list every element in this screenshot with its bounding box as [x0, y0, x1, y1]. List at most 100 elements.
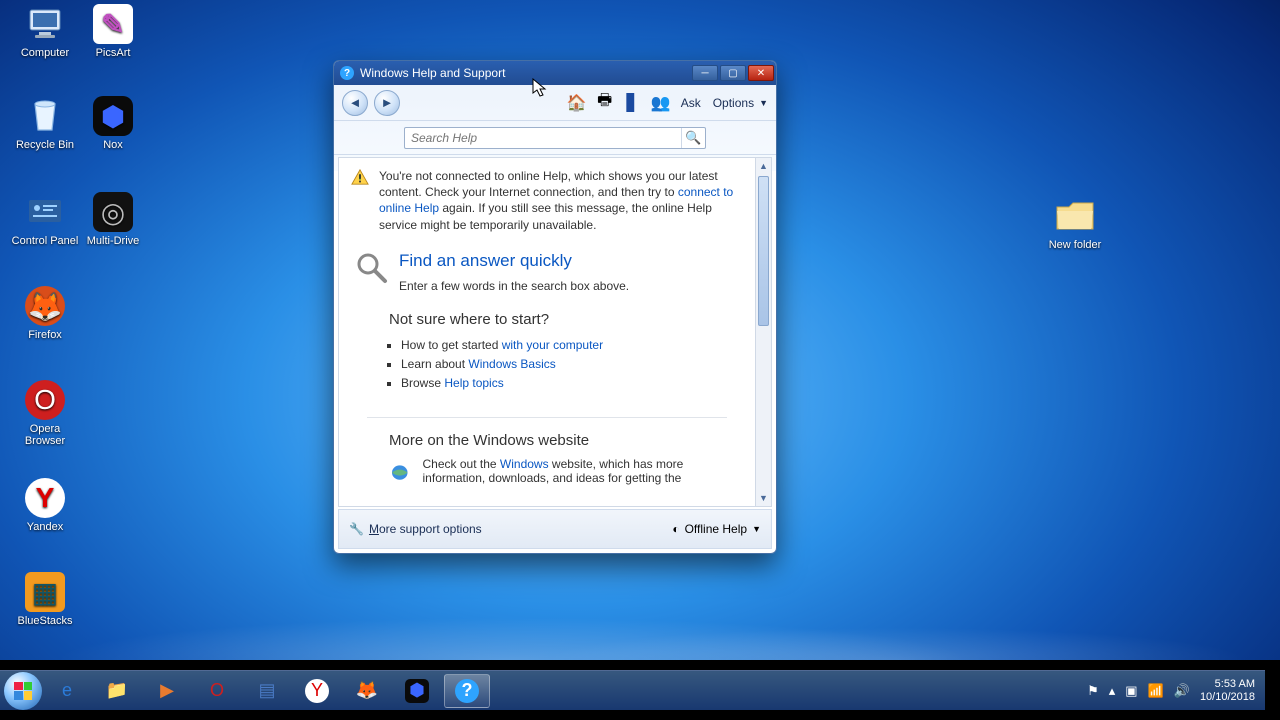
more-heading: More on the Windows website	[389, 432, 735, 449]
more-windows-block: More on the Windows website Check out th…	[339, 418, 755, 487]
scroll-thumb[interactable]	[758, 176, 769, 326]
offline-help-icon: ◐	[672, 522, 679, 536]
globe-icon	[389, 457, 411, 487]
browse-help-icon[interactable]: ▋	[622, 92, 644, 114]
icon-label: Firefox	[10, 329, 80, 341]
taskbar-media-player[interactable]: ▶	[144, 674, 190, 708]
magnifier-icon	[355, 251, 389, 285]
icon-label: Opera Browser	[10, 423, 80, 447]
chevron-down-icon: ▼	[752, 524, 761, 534]
ie-icon: e	[55, 679, 79, 703]
taskbar[interactable]: e 📁 ▶ O ▤ Y 🦊 ⬢ ? ⚑ ▴ ▣ 📶 🔊 5:53 AM 10/1…	[0, 670, 1265, 710]
ask-button[interactable]: Ask	[678, 96, 704, 110]
find-answer-heading: Find an answer quickly	[399, 251, 739, 271]
icon-label: Recycle Bin	[10, 139, 80, 151]
help-window: ? Windows Help and Support ─ ▢ ✕ ◄ ► 🏠 🖶…	[333, 60, 777, 554]
clock-time: 5:53 AM	[1200, 678, 1255, 690]
offline-help-button[interactable]: ◐ Offline Help ▼	[672, 522, 761, 536]
taskbar-opera[interactable]: O	[194, 674, 240, 708]
system-tray[interactable]: ⚑ ▴ ▣ 📶 🔊 5:53 AM 10/10/2018	[1081, 678, 1261, 702]
scroll-down-button[interactable]: ▼	[756, 490, 771, 506]
nox-icon: ⬢	[405, 679, 429, 703]
clock[interactable]: 5:53 AM 10/10/2018	[1200, 678, 1255, 702]
desktop-icon-picsart[interactable]: ✎ PicsArt	[78, 4, 148, 59]
home-icon[interactable]: 🏠	[566, 92, 588, 114]
clock-date: 10/10/2018	[1200, 691, 1255, 703]
getting-started-link[interactable]: with your computer	[502, 338, 603, 352]
content-area: You're not connected to online Help, whi…	[338, 157, 772, 507]
desktop-icon-control-panel[interactable]: Control Panel	[10, 192, 80, 247]
icon-label: Multi-Drive	[78, 235, 148, 247]
icon-label: PicsArt	[78, 47, 148, 59]
options-button[interactable]: Options ▼	[710, 96, 768, 110]
recycle-bin-icon	[25, 96, 65, 136]
network-icon[interactable]: 📶	[1148, 683, 1164, 699]
minimize-button[interactable]: ─	[692, 65, 718, 81]
desktop-icon-new-folder[interactable]: New folder	[1040, 196, 1110, 251]
list-item: Browse Help topics	[401, 376, 735, 390]
yandex-icon: Y	[25, 478, 65, 518]
help-icon: ?	[455, 679, 479, 703]
taskbar-help[interactable]: ?	[444, 674, 490, 708]
windows-basics-link[interactable]: Windows Basics	[468, 357, 555, 371]
find-answer-block: Find an answer quickly Enter a few words…	[339, 243, 755, 297]
taskbar-notes[interactable]: ▤	[244, 674, 290, 708]
taskbar-explorer[interactable]: 📁	[94, 674, 140, 708]
search-field[interactable]: 🔍	[404, 127, 706, 149]
icon-label: Yandex	[10, 521, 80, 533]
tray-icon[interactable]: ▣	[1125, 683, 1137, 699]
icon-label: New folder	[1040, 239, 1110, 251]
taskbar-nox[interactable]: ⬢	[394, 674, 440, 708]
taskbar-ie[interactable]: e	[44, 674, 90, 708]
scroll-up-button[interactable]: ▲	[756, 158, 771, 174]
show-hidden-icons[interactable]: ▴	[1109, 683, 1116, 699]
start-button[interactable]	[4, 672, 42, 710]
desktop-icon-computer[interactable]: Computer	[10, 4, 80, 59]
taskbar-yandex[interactable]: Y	[294, 674, 340, 708]
help-topics-link[interactable]: Help topics	[444, 376, 503, 390]
control-panel-icon	[25, 192, 65, 232]
not-sure-heading: Not sure where to start?	[389, 311, 735, 328]
print-icon[interactable]: 🖶	[594, 92, 616, 114]
nox-icon: ⬢	[93, 96, 133, 136]
maximize-button[interactable]: ▢	[720, 65, 746, 81]
titlebar[interactable]: ? Windows Help and Support ─ ▢ ✕	[334, 61, 776, 85]
list-item: How to get started with your computer	[401, 338, 735, 352]
media-player-icon: ▶	[155, 679, 179, 703]
folder-icon	[1055, 196, 1095, 236]
multi-drive-icon: ◎	[93, 192, 133, 232]
volume-icon[interactable]: 🔊	[1174, 683, 1190, 699]
taskbar-firefox[interactable]: 🦊	[344, 674, 390, 708]
chevron-down-icon: ▼	[759, 98, 768, 108]
desktop-icon-firefox[interactable]: 🦊 Firefox	[10, 286, 80, 341]
forward-button[interactable]: ►	[374, 90, 400, 116]
desktop-icon-bluestacks[interactable]: ▦ BlueStacks	[10, 572, 80, 627]
more-support-options[interactable]: 🔧 MMore support optionsore support optio…	[349, 522, 482, 536]
content-pane: You're not connected to online Help, whi…	[339, 158, 755, 506]
back-button[interactable]: ◄	[342, 90, 368, 116]
desktop-background[interactable]: Computer ✎ PicsArt Recycle Bin ⬢ Nox Con…	[0, 0, 1280, 660]
desktop-icon-opera[interactable]: O Opera Browser	[10, 380, 80, 447]
scrollbar[interactable]: ▲ ▼	[755, 158, 771, 506]
computer-icon	[25, 4, 65, 44]
notes-icon: ▤	[255, 679, 279, 703]
search-icon: 🔍	[685, 130, 701, 146]
desktop-icon-multi-drive[interactable]: ◎ Multi-Drive	[78, 192, 148, 247]
more-text: Check out the Windows website, which has…	[423, 457, 735, 487]
not-sure-block: Not sure where to start? How to get star…	[339, 297, 755, 403]
desktop-icon-nox[interactable]: ⬢ Nox	[78, 96, 148, 151]
bluestacks-icon: ▦	[25, 572, 65, 612]
windows-logo-icon	[14, 682, 32, 700]
picsart-icon: ✎	[93, 4, 133, 44]
opera-icon: O	[205, 679, 229, 703]
desktop-icon-yandex[interactable]: Y Yandex	[10, 478, 80, 533]
desktop-icon-recycle-bin[interactable]: Recycle Bin	[10, 96, 80, 151]
windows-website-link[interactable]: Windows	[500, 457, 549, 471]
list-item: Learn about Windows Basics	[401, 357, 735, 371]
search-button[interactable]: 🔍	[681, 128, 705, 148]
toolbar: ◄ ► 🏠 🖶 ▋ 👥 Ask Options ▼	[334, 85, 776, 121]
close-button[interactable]: ✕	[748, 65, 774, 81]
action-center-icon[interactable]: ⚑	[1087, 683, 1099, 699]
search-input[interactable]	[405, 131, 681, 145]
ask-icon[interactable]: 👥	[650, 92, 672, 114]
